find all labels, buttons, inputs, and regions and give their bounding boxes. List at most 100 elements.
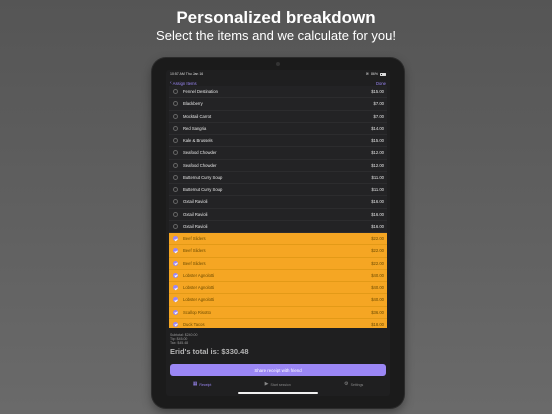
item-price: $40.00 (371, 297, 384, 303)
item-name: Mocktail Carrot (183, 113, 212, 119)
item-row[interactable]: Lobster Agnolotti $40.00 (169, 282, 387, 295)
checkbox-checked-icon[interactable] (173, 236, 178, 242)
item-price: $15.00 (371, 89, 384, 95)
item-name: Seafood Chowder (183, 162, 217, 168)
tab-label: Start session (270, 382, 291, 387)
checkbox-empty-icon[interactable] (173, 223, 178, 229)
item-name: Kale & Brussels (183, 138, 213, 144)
item-row[interactable]: Butternut Curry Soup $11.00 (169, 171, 387, 184)
item-row[interactable]: Oxtail Ravioli $16.00 (169, 196, 387, 209)
item-row[interactable]: Lobster Agnolotti $40.00 (169, 294, 387, 307)
checkbox-empty-icon[interactable] (173, 150, 178, 156)
done-button[interactable]: Done (376, 81, 386, 86)
checkbox-empty-icon[interactable] (173, 211, 178, 217)
item-row[interactable]: Seafood Chowder $12.00 (169, 147, 387, 160)
item-name: Duck Tacos (183, 321, 205, 327)
back-label: Assign Items (172, 80, 197, 86)
item-price: $7.00 (373, 101, 384, 107)
checkbox-empty-icon[interactable] (173, 187, 178, 193)
checkbox-checked-icon[interactable] (173, 260, 178, 266)
item-price: $22.00 (371, 236, 384, 242)
item-list[interactable]: Fennel Destination $15.00 Blackberry $7.00 M… (169, 86, 387, 328)
tablet-frame: 10:57 AM Thu Jan 16 ≋ 86% ‹ Assign Items… (152, 58, 404, 408)
item-row[interactable]: Scallop Risotto $36.00 (169, 306, 387, 319)
item-row[interactable]: Beef Sliders $22.00 (169, 233, 387, 246)
checkbox-empty-icon[interactable] (173, 199, 178, 205)
item-price: $18.00 (371, 321, 384, 327)
item-name: Lobster Agnolotti (183, 285, 215, 291)
status-left: 10:57 AM Thu Jan 16 (170, 72, 203, 76)
item-name: Beef Sliders (183, 248, 206, 254)
item-price: $16.00 (371, 199, 384, 205)
checkbox-empty-icon[interactable] (173, 89, 178, 95)
item-price: $14.00 (371, 125, 384, 131)
item-row[interactable]: Seafood Chowder $12.00 (169, 159, 387, 172)
item-name: Oxtail Ravioli (183, 199, 208, 205)
tab-settings[interactable]: ⚙ Settings (344, 382, 363, 387)
tax-line: Tax: $45.48 (170, 341, 189, 345)
item-name: Seafood Chowder (183, 150, 217, 156)
app-screen: 10:57 AM Thu Jan 16 ≋ 86% ‹ Assign Items… (166, 70, 390, 396)
item-row[interactable]: Oxtail Ravioli $16.00 (169, 208, 387, 221)
checkbox-empty-icon[interactable] (173, 162, 178, 168)
bill-summary: Subtotal: $240.00 Tip: $45.00 Tax: $45.4… (166, 330, 390, 356)
chevron-left-icon: ‹ (170, 79, 172, 86)
item-price: $11.00 (371, 187, 385, 193)
tab-receipt[interactable]: ▦ Receipt (193, 382, 212, 387)
status-right: ≋ 86% (366, 72, 386, 76)
status-bar: 10:57 AM Thu Jan 16 ≋ 86% (166, 70, 390, 78)
item-row[interactable]: Oxtail Ravioli $16.00 (169, 220, 387, 233)
share-receipt-button[interactable]: Share receipt with friend (170, 364, 386, 376)
item-row[interactable]: Beef Sliders $22.00 (169, 257, 387, 270)
item-name: Butternut Curry Soup (183, 187, 223, 193)
item-price: $22.00 (371, 248, 384, 254)
item-row[interactable]: Mocktail Carrot $7.00 (169, 110, 387, 123)
item-name: Blackberry (183, 101, 203, 107)
item-price: $15.00 (371, 138, 384, 144)
item-row[interactable]: Duck Tacos $18.00 (169, 318, 387, 328)
tab-start-session[interactable]: ▶ Start session (265, 382, 291, 387)
back-button[interactable]: ‹ Assign Items (170, 79, 197, 86)
checkbox-checked-icon[interactable] (173, 285, 178, 291)
checkbox-checked-icon[interactable] (173, 272, 178, 278)
item-name: Red Sangria (183, 125, 207, 131)
item-price: $16.00 (371, 211, 384, 217)
checkbox-checked-icon[interactable] (173, 248, 178, 254)
checkbox-empty-icon[interactable] (173, 174, 178, 180)
item-name: Beef Sliders (183, 236, 206, 242)
item-row[interactable]: Fennel Destination $15.00 (169, 86, 387, 99)
camera-icon (276, 62, 280, 66)
item-price: $7.00 (373, 113, 384, 119)
item-name: Oxtail Ravioli (183, 223, 208, 229)
item-row[interactable]: Blackberry $7.00 (169, 98, 387, 111)
checkbox-empty-icon[interactable] (173, 138, 178, 144)
checkbox-checked-icon[interactable] (173, 297, 178, 303)
item-price: $11.00 (371, 174, 385, 180)
battery-icon (380, 72, 386, 76)
status-date: Thu Jan 16 (185, 72, 204, 76)
checkbox-checked-icon[interactable] (173, 309, 178, 315)
item-row[interactable]: Beef Sliders $22.00 (169, 245, 387, 258)
marketing-headline: Personalized breakdown (176, 8, 376, 27)
item-name: Oxtail Ravioli (183, 211, 208, 217)
person-total: Erid's total is: $330.48 (170, 347, 249, 356)
item-name: Fennel Destination (183, 89, 218, 95)
item-row[interactable]: Red Sangria $14.00 (169, 122, 387, 135)
checkbox-empty-icon[interactable] (173, 101, 178, 107)
item-row[interactable]: Kale & Brussels $15.00 (169, 135, 387, 148)
checkbox-empty-icon[interactable] (173, 125, 178, 131)
item-name: Lobster Agnolotti (183, 297, 215, 303)
play-icon: ▶ (264, 381, 269, 387)
battery-percent: 86% (370, 72, 378, 76)
checkbox-empty-icon[interactable] (173, 113, 178, 119)
item-price: $40.00 (371, 272, 384, 278)
receipt-icon: ▦ (192, 381, 198, 387)
item-row[interactable]: Butternut Curry Soup $11.00 (169, 184, 387, 197)
item-price: $22.00 (371, 260, 384, 266)
item-name: Butternut Curry Soup (183, 174, 223, 180)
home-indicator (238, 392, 318, 394)
marketing-subhead: Select the items and we calculate for yo… (156, 28, 396, 43)
item-row[interactable]: Lobster Agnolotti $40.00 (169, 269, 387, 282)
checkbox-checked-icon[interactable] (173, 321, 178, 327)
item-price: $40.00 (371, 285, 384, 291)
